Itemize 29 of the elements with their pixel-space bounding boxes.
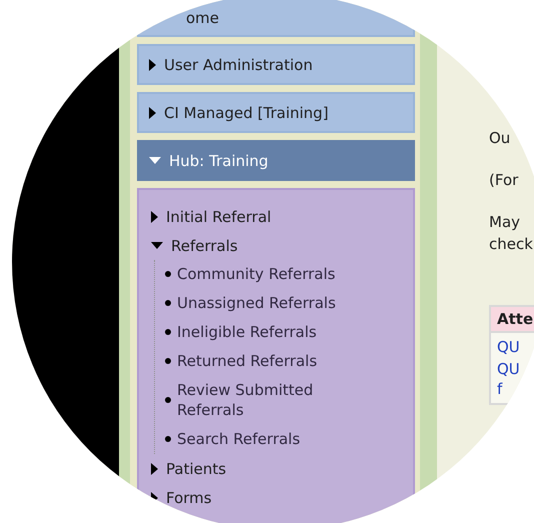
menu-link[interactable]: Ineligible Referrals: [177, 322, 347, 342]
text-paragraph: Ou: [489, 128, 512, 149]
bullet-icon: [165, 300, 171, 306]
menu-item[interactable]: Patients: [151, 454, 403, 483]
menu-bar[interactable]: ome: [137, 0, 415, 37]
menu-link[interactable]: Returned Referrals: [177, 351, 347, 371]
text-paragraph: May check: [489, 212, 534, 255]
link[interactable]: QU f: [497, 359, 520, 399]
text-paragraph: (For: [489, 170, 520, 191]
link[interactable]: QU: [497, 337, 520, 357]
bullet-icon: [165, 271, 171, 277]
menu-item[interactable]: Referrals: [151, 231, 403, 260]
menu-section[interactable]: CI Managed [Training]: [137, 92, 415, 133]
caret-right-icon: [149, 58, 156, 70]
bullet-icon: [165, 436, 171, 442]
bullet-icon: [165, 397, 171, 403]
menu-link[interactable]: Search Referrals: [177, 429, 347, 449]
menu-link[interactable]: Unassigned Referrals: [177, 293, 347, 313]
menu-item[interactable]: Forms: [151, 483, 403, 512]
caret-right-icon: [149, 106, 156, 118]
caret-down-icon: [149, 156, 161, 164]
menu-section[interactable]: Hub: Training: [137, 140, 415, 181]
bullet-icon: [165, 358, 171, 364]
menu-link[interactable]: Review Submitted Referrals: [177, 380, 347, 420]
menu-section[interactable]: User Administration: [137, 44, 415, 85]
menu-link[interactable]: Community Referrals: [177, 264, 347, 284]
bullet-icon: [165, 329, 171, 335]
panel-header: Atte: [491, 307, 534, 333]
menu-item[interactable]: Initial Referral: [151, 202, 403, 231]
